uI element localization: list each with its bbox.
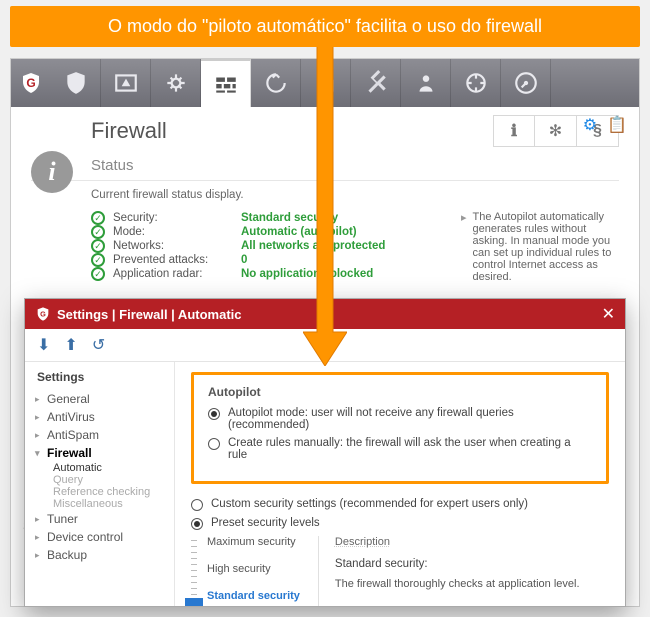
tab-alerts[interactable] <box>101 59 151 107</box>
tree-subitem-miscellaneous[interactable]: Miscellaneous <box>31 498 168 510</box>
radio-manual-mode[interactable]: Create rules manually: the firewall will… <box>208 437 592 461</box>
tree-item-backup[interactable]: ▸Backup <box>31 546 168 564</box>
export-icon[interactable]: ⬆ <box>64 335 77 355</box>
tree-item-antivirus[interactable]: ▸AntiVirus <box>31 408 168 426</box>
tree-item-device-control[interactable]: ▸Device control <box>31 528 168 546</box>
security-slider[interactable]: Maximum security High security Standard se… <box>191 536 300 606</box>
tree-item-antispam[interactable]: ▸AntiSpam <box>31 426 168 444</box>
info-icon: i <box>31 151 73 193</box>
reset-icon[interactable]: ↺ <box>92 335 105 355</box>
annotation-banner: O modo do "piloto automático" facilita o… <box>10 6 640 47</box>
tab-firewall[interactable] <box>201 59 251 107</box>
tree-item-firewall[interactable]: ▾Firewall <box>31 444 168 462</box>
security-description: Description Standard security: The firew… <box>318 536 580 606</box>
tree-item-tuner[interactable]: ▸Tuner <box>31 510 168 528</box>
autopilot-tip: The Autopilot automatically generates ru… <box>461 211 619 283</box>
clipboard-icon[interactable]: 📋 <box>607 115 627 135</box>
status-row-attacks: ✓Prevented attacks:0 <box>91 253 451 267</box>
radio-icon <box>208 438 220 450</box>
status-row-appradar: ✓Application radar:No applications block… <box>91 267 451 281</box>
checkmark-icon: ✓ <box>91 253 105 267</box>
settings-tree-heading: Settings <box>31 370 168 384</box>
checkmark-icon: ✓ <box>91 225 105 239</box>
settings-tree: Settings ▸General▸AntiVirus▸AntiSpam▾Fir… <box>25 362 175 606</box>
import-icon[interactable]: ⬇ <box>37 335 50 355</box>
status-row-security: ✓Security:Standard security <box>91 211 451 225</box>
gear-icon[interactable]: ⚙ <box>583 115 597 135</box>
page-title: Firewall <box>91 118 167 144</box>
status-row-mode: ✓Mode:Automatic (autopilot) <box>91 225 451 239</box>
radio-icon <box>208 408 220 420</box>
svg-text:G: G <box>40 310 46 319</box>
tab-manager[interactable] <box>501 59 551 107</box>
tab-antivirus[interactable] <box>151 59 201 107</box>
status-row-networks: ✓Networks:All networks are protected <box>91 239 451 253</box>
checkmark-icon: ✓ <box>91 239 105 253</box>
brand-logo-icon: G <box>11 59 51 107</box>
tab-backup[interactable] <box>251 59 301 107</box>
radio-icon <box>191 518 203 530</box>
security-level-label[interactable]: High security <box>207 563 300 575</box>
close-icon[interactable]: ✕ <box>602 304 615 324</box>
tree-subitem-query[interactable]: Query <box>31 474 168 486</box>
autopilot-group: Autopilot Autopilot mode: user will not … <box>191 372 609 484</box>
dialog-title: Settings | Firewall | Automatic <box>57 307 242 322</box>
subtab-info[interactable]: ℹ <box>493 115 535 147</box>
annotation-arrow-icon <box>303 46 347 366</box>
radio-preset-security[interactable]: Preset security levels <box>191 517 609 530</box>
tab-tools[interactable] <box>351 59 401 107</box>
tree-subitem-reference-checking[interactable]: Reference checking <box>31 486 168 498</box>
tree-subitem-automatic[interactable]: Automatic <box>31 462 168 474</box>
checkmark-icon: ✓ <box>91 267 105 281</box>
radio-custom-security[interactable]: Custom security settings (recommended fo… <box>191 498 609 511</box>
svg-text:G: G <box>26 76 35 90</box>
checkmark-icon: ✓ <box>91 211 105 225</box>
security-level-label[interactable]: Maximum security <box>207 536 300 548</box>
radio-icon <box>191 499 203 511</box>
security-level-label[interactable]: Standard security <box>207 590 300 602</box>
tab-parental[interactable] <box>401 59 451 107</box>
slider-thumb-icon[interactable] <box>185 598 203 606</box>
shield-icon: G <box>35 306 51 322</box>
radio-autopilot-mode[interactable]: Autopilot mode: user will not receive an… <box>208 407 592 431</box>
tree-item-general[interactable]: ▸General <box>31 390 168 408</box>
tab-tuner[interactable] <box>451 59 501 107</box>
autopilot-title: Autopilot <box>208 385 592 399</box>
tab-overview[interactable] <box>51 59 101 107</box>
subtab-rules[interactable]: ✻ <box>535 115 577 147</box>
